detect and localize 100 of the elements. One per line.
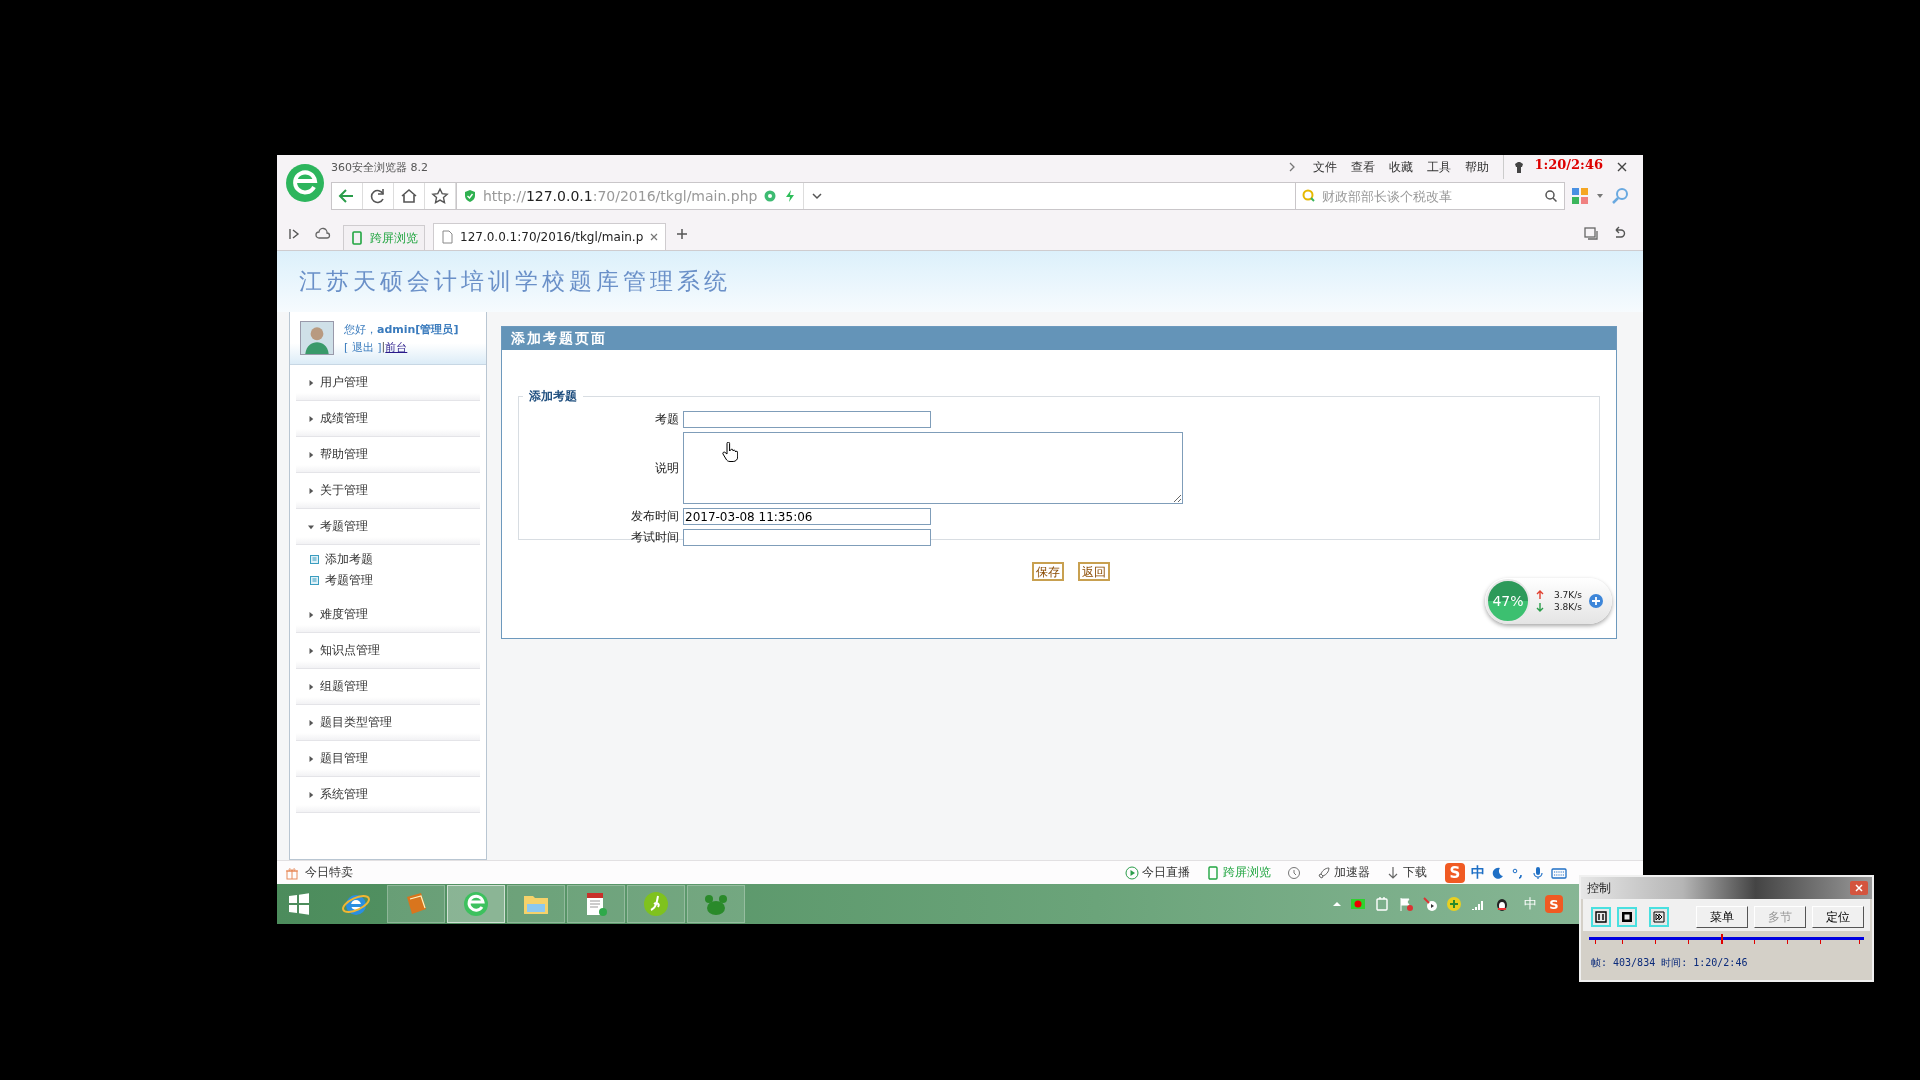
phone-icon (350, 231, 364, 245)
window-title: 控制 (1587, 879, 1611, 897)
field-label: 说明 (655, 459, 679, 477)
flag-icon[interactable] (1398, 896, 1414, 912)
field-label: 考题 (655, 411, 679, 428)
separator-text: | (381, 339, 386, 355)
search-field[interactable]: 财政部部长谈个税改革 (1320, 187, 1540, 205)
plus-icon[interactable] (1587, 593, 1604, 609)
cloud-icon[interactable] (315, 225, 331, 242)
site-title: 江苏天硕会计培训学校题库管理系统 (299, 267, 731, 296)
right-triangle-icon (308, 451, 314, 458)
right-triangle-icon (308, 719, 314, 726)
speed-widget[interactable]: 47% 3.7K/s 3.8K/s (1485, 578, 1612, 624)
rocket-icon (1317, 865, 1331, 880)
hand-cursor-icon (722, 442, 738, 462)
window-title: 360安全浏览器 8.2 (331, 159, 428, 175)
magnifier-icon[interactable] (1611, 187, 1629, 205)
percent-ball: 47% (1486, 579, 1530, 623)
right-triangle-icon (308, 647, 314, 654)
search-box[interactable]: 财政部部长谈个税改革 (1296, 182, 1565, 210)
document-icon (310, 555, 319, 564)
menu-item[interactable]: 查看 (1351, 158, 1376, 176)
right-triangle-icon (308, 611, 314, 618)
input-field[interactable] (683, 529, 931, 546)
browser-logo-icon (285, 163, 325, 203)
gift-icon (285, 865, 299, 880)
status-link[interactable]: 今日特卖 (305, 864, 353, 881)
logout-link[interactable]: [ 退出 ] (344, 339, 382, 355)
down-arrow-icon (1536, 602, 1544, 612)
media-button[interactable] (1617, 907, 1637, 927)
media-button[interactable] (1591, 907, 1611, 927)
record-icon[interactable] (1350, 896, 1366, 912)
player-button[interactable]: 菜单 (1696, 906, 1748, 928)
pause-icon (1595, 911, 1607, 923)
media-button[interactable] (1649, 907, 1669, 927)
apps-grid-icon[interactable] (1571, 187, 1589, 205)
windows-icon[interactable] (1583, 225, 1599, 242)
browser-logo-icon (461, 889, 491, 919)
right-triangle-icon (308, 487, 314, 494)
close-icon[interactable] (1850, 881, 1868, 895)
avatar-icon (300, 321, 334, 355)
shield-icon (463, 189, 477, 203)
form-button[interactable]: 保存 (1032, 562, 1064, 581)
section-legend: 添加考题 (523, 388, 583, 405)
status-link[interactable]: 下载 (1403, 864, 1427, 881)
page-icon (440, 230, 454, 244)
form-button[interactable]: 返回 (1078, 562, 1110, 581)
ime-mode[interactable]: 中 (1471, 863, 1485, 882)
menu-item[interactable]: 文件 (1313, 158, 1338, 176)
plus-circle-icon[interactable] (1446, 896, 1462, 912)
recording-time: 1:20/2:46 (1534, 156, 1603, 172)
frame-time-text: 帧: 403/834 时间: 1:20/2:46 (1590, 956, 1749, 970)
download-icon (1386, 865, 1400, 880)
penguin-icon[interactable] (1494, 896, 1510, 912)
player-button[interactable]: 定位 (1812, 906, 1864, 928)
menu-item[interactable]: 工具 (1427, 158, 1452, 176)
swirl-circle-icon (641, 889, 671, 919)
close-tab-icon[interactable] (649, 232, 660, 242)
browser-tab[interactable]: 127.0.0.1:70/2016/tkgl/main.p (433, 223, 667, 250)
clock-icon[interactable] (1287, 865, 1301, 880)
input-field[interactable]: 2017-03-08 11:35:06 (683, 508, 931, 525)
greeting-text: 您好，admin[管理员] (344, 321, 459, 337)
right-triangle-icon (308, 791, 314, 798)
menu-item[interactable]: 收藏 (1389, 158, 1414, 176)
battery-icon[interactable] (1374, 896, 1390, 912)
panel-title: 添加考题页面 (502, 327, 1616, 350)
down-triangle-icon (308, 523, 314, 530)
front-page-link[interactable]: 前台 (385, 339, 408, 355)
play-circle-icon (1125, 865, 1139, 880)
right-triangle-icon (308, 415, 314, 422)
url-text: http://127.0.0.1:70/2016/tkgl/main.php (483, 188, 758, 204)
taskbar-app[interactable] (447, 885, 505, 923)
address-field[interactable]: http://127.0.0.1:70/2016/tkgl/main.php (456, 182, 1296, 210)
step-icon (1653, 911, 1665, 923)
search-icon[interactable] (1544, 189, 1558, 203)
input-field[interactable] (683, 411, 931, 428)
textarea-field[interactable] (683, 432, 1183, 504)
start-icon[interactable] (287, 892, 311, 916)
status-link[interactable]: 今日直播 (1142, 864, 1190, 881)
subnav-item[interactable]: 考题管理 (310, 572, 486, 589)
upload-rate: 3.7K/s (1554, 590, 1582, 600)
search-engine-icon (1302, 189, 1316, 203)
play-icon[interactable] (1422, 896, 1438, 912)
close-icon[interactable] (1615, 160, 1629, 174)
field-label: 发布时间 (631, 508, 679, 525)
stop-icon (1621, 911, 1633, 923)
aperture-icon[interactable] (763, 189, 778, 203)
taskbar-app[interactable] (567, 885, 625, 923)
subnav-item[interactable]: 添加考题 (310, 551, 486, 568)
right-triangle-icon (308, 379, 314, 386)
progress-marker[interactable] (1721, 934, 1723, 944)
document-icon (310, 576, 319, 585)
up-caret-icon[interactable] (1332, 899, 1342, 909)
menu-item[interactable]: 帮助 (1465, 158, 1490, 176)
up-arrow-icon (1536, 590, 1544, 600)
field-label: 考试时间 (631, 529, 679, 546)
moon-icon[interactable] (1491, 865, 1505, 880)
right-triangle-icon (308, 683, 314, 690)
status-link[interactable]: 加速器 (1334, 864, 1370, 881)
microphone-icon[interactable] (1531, 865, 1545, 880)
